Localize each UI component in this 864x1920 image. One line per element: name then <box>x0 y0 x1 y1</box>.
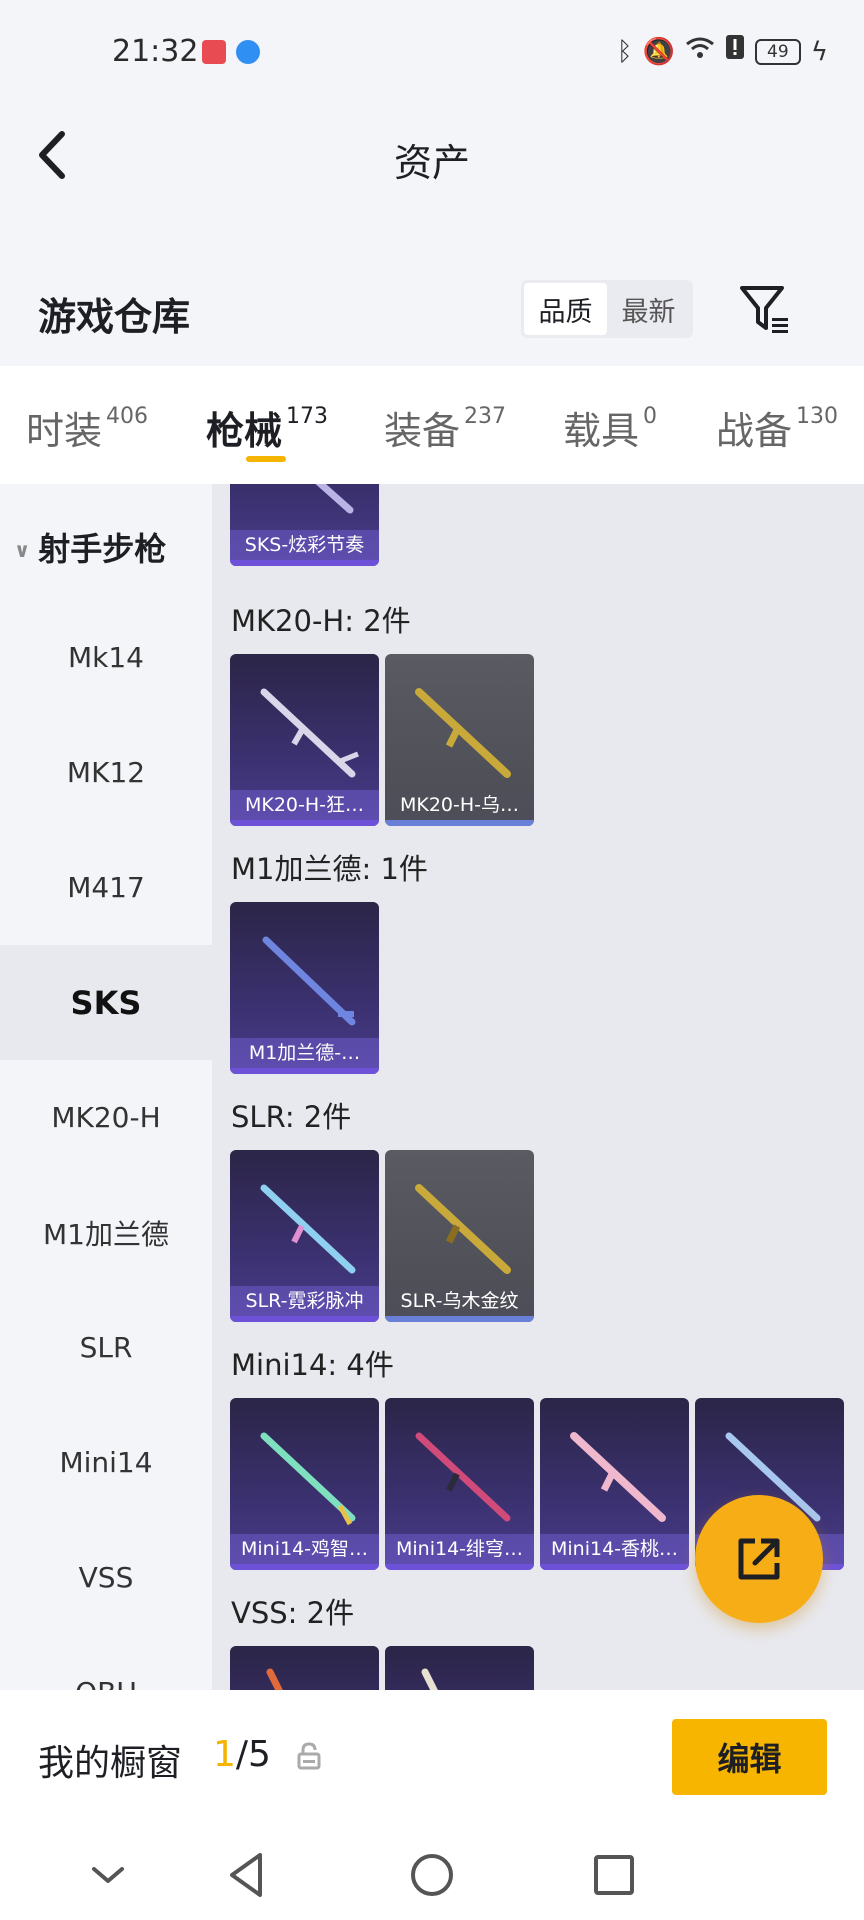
tab-vehicles[interactable]: 载具 0 <box>563 400 657 460</box>
showcase-count: 1/5 <box>213 1734 271 1775</box>
rifle-icon <box>262 936 356 1026</box>
sort-newest-button[interactable]: 最新 <box>607 283 690 335</box>
square-recents-icon <box>594 1855 634 1895</box>
skin-card[interactable]: SKS-炫彩节奏 <box>230 484 379 566</box>
system-nav-bar <box>0 1825 864 1920</box>
sidebar-item-slr[interactable]: SLR <box>0 1290 212 1405</box>
top-nav: 资产 <box>0 100 864 210</box>
wifi-icon <box>685 34 715 70</box>
filter-icon <box>740 286 788 333</box>
nav-collapse-button[interactable] <box>78 1845 138 1905</box>
sidebar-item-qbu[interactable]: QBU <box>0 1635 212 1690</box>
rifle-icon <box>260 688 359 778</box>
sidebar-item-vss[interactable]: VSS <box>0 1520 212 1635</box>
section-title-m1garand: M1加兰德: 1件 <box>231 852 428 886</box>
page-title: 资产 <box>393 141 470 185</box>
app-notification-icon <box>202 40 226 64</box>
showcase-bar: 我的橱窗 1/5 编辑 <box>0 1690 864 1825</box>
alert-icon <box>725 34 745 70</box>
rifle-icon <box>415 1432 511 1522</box>
skin-card[interactable]: SLR-霓彩脉冲 <box>230 1150 379 1322</box>
rifle-icon <box>415 688 511 778</box>
rifle-icon <box>415 1184 511 1274</box>
rifle-icon <box>315 484 354 514</box>
share-fab-button[interactable] <box>695 1495 823 1623</box>
rifle-icon <box>260 1432 356 1526</box>
tab-equipment[interactable]: 装备 237 <box>384 400 506 460</box>
lock-icon <box>297 1742 321 1770</box>
status-bar: 21:32 ᛒ 🔕 49 ϟ <box>0 0 864 100</box>
sort-toggle: 品质 最新 <box>521 280 693 338</box>
skin-card[interactable] <box>230 1646 379 1690</box>
skin-card[interactable]: M1加兰德-… <box>230 902 379 1074</box>
nav-recents-button[interactable] <box>584 1845 644 1905</box>
rifle-icon <box>570 1432 666 1522</box>
skin-card[interactable]: Mini14-香桃… <box>540 1398 689 1570</box>
sidebar-item-mk20h[interactable]: MK20-H <box>0 1060 212 1175</box>
sidebar-item-m1garand[interactable]: M1加兰德 <box>0 1175 212 1290</box>
triangle-back-icon <box>230 1853 262 1897</box>
filter-button[interactable] <box>738 284 794 336</box>
sidebar-item-mk12[interactable]: MK12 <box>0 715 212 830</box>
assets-page: 21:32 ᛒ 🔕 49 ϟ 资产 游戏仓库 品质 最新 时装 406 枪械 1… <box>0 0 864 1920</box>
status-time: 21:32 <box>112 34 199 69</box>
warehouse-title: 游戏仓库 <box>38 295 191 339</box>
chevron-down-icon: ∨ <box>14 538 31 562</box>
sort-quality-button[interactable]: 品质 <box>524 283 607 335</box>
category-tabs: 时装 406 枪械 173 装备 237 载具 0 战备 130 <box>0 366 864 484</box>
nav-back-button[interactable] <box>218 1845 278 1905</box>
section-title-mk20h: MK20-H: 2件 <box>231 604 411 638</box>
status-icons: ᛒ 🔕 49 ϟ <box>617 34 828 70</box>
bluetooth-icon: ᛒ <box>616 37 633 67</box>
edit-showcase-button[interactable]: 编辑 <box>672 1719 827 1795</box>
active-tab-indicator <box>246 456 286 462</box>
skin-card[interactable]: Mini14-鸡智… <box>230 1398 379 1570</box>
sidebar-item-mini14[interactable]: Mini14 <box>0 1405 212 1520</box>
section-title-vss: VSS: 2件 <box>231 1596 355 1630</box>
skin-card[interactable]: SLR-乌木金纹 <box>385 1150 534 1322</box>
nav-home-button[interactable] <box>402 1845 462 1905</box>
weapon-type-sidebar: ∨ 射手步枪 Mk14 MK12 M417 SKS MK20-H M1加兰德 SL… <box>0 484 212 1690</box>
tab-outfits[interactable]: 时装 406 <box>26 400 148 460</box>
section-title-slr: SLR: 2件 <box>231 1100 352 1134</box>
circle-home-icon <box>411 1854 453 1896</box>
skin-card[interactable]: MK20-H-乌… <box>385 654 534 826</box>
rifle-icon <box>266 1668 283 1690</box>
rifle-icon <box>421 1668 438 1690</box>
tab-supplies[interactable]: 战备 130 <box>716 400 838 460</box>
skin-card[interactable]: MK20-H-狂… <box>230 654 379 826</box>
battery-icon: 49 <box>754 39 801 65</box>
skin-card[interactable] <box>385 1646 534 1690</box>
chevron-down-icon <box>92 1867 124 1883</box>
rifle-icon <box>260 1184 356 1274</box>
external-link-icon <box>738 1538 780 1580</box>
app-notification-icon-2 <box>236 40 260 64</box>
sidebar-item-sks[interactable]: SKS <box>0 945 212 1060</box>
sidebar-item-m417[interactable]: M417 <box>0 830 212 945</box>
charging-icon: ϟ <box>810 37 828 67</box>
tab-guns[interactable]: 枪械 173 <box>206 400 328 460</box>
sidebar-group-dmr[interactable]: ∨ 射手步枪 <box>14 524 166 570</box>
skin-card[interactable]: Mini14-绯穹… <box>385 1398 534 1570</box>
section-title-mini14: Mini14: 4件 <box>231 1348 394 1382</box>
sidebar-item-mk14[interactable]: Mk14 <box>0 600 212 715</box>
mute-icon: 🔕 <box>642 37 675 67</box>
showcase-label: 我的橱窗 <box>38 1743 183 1784</box>
